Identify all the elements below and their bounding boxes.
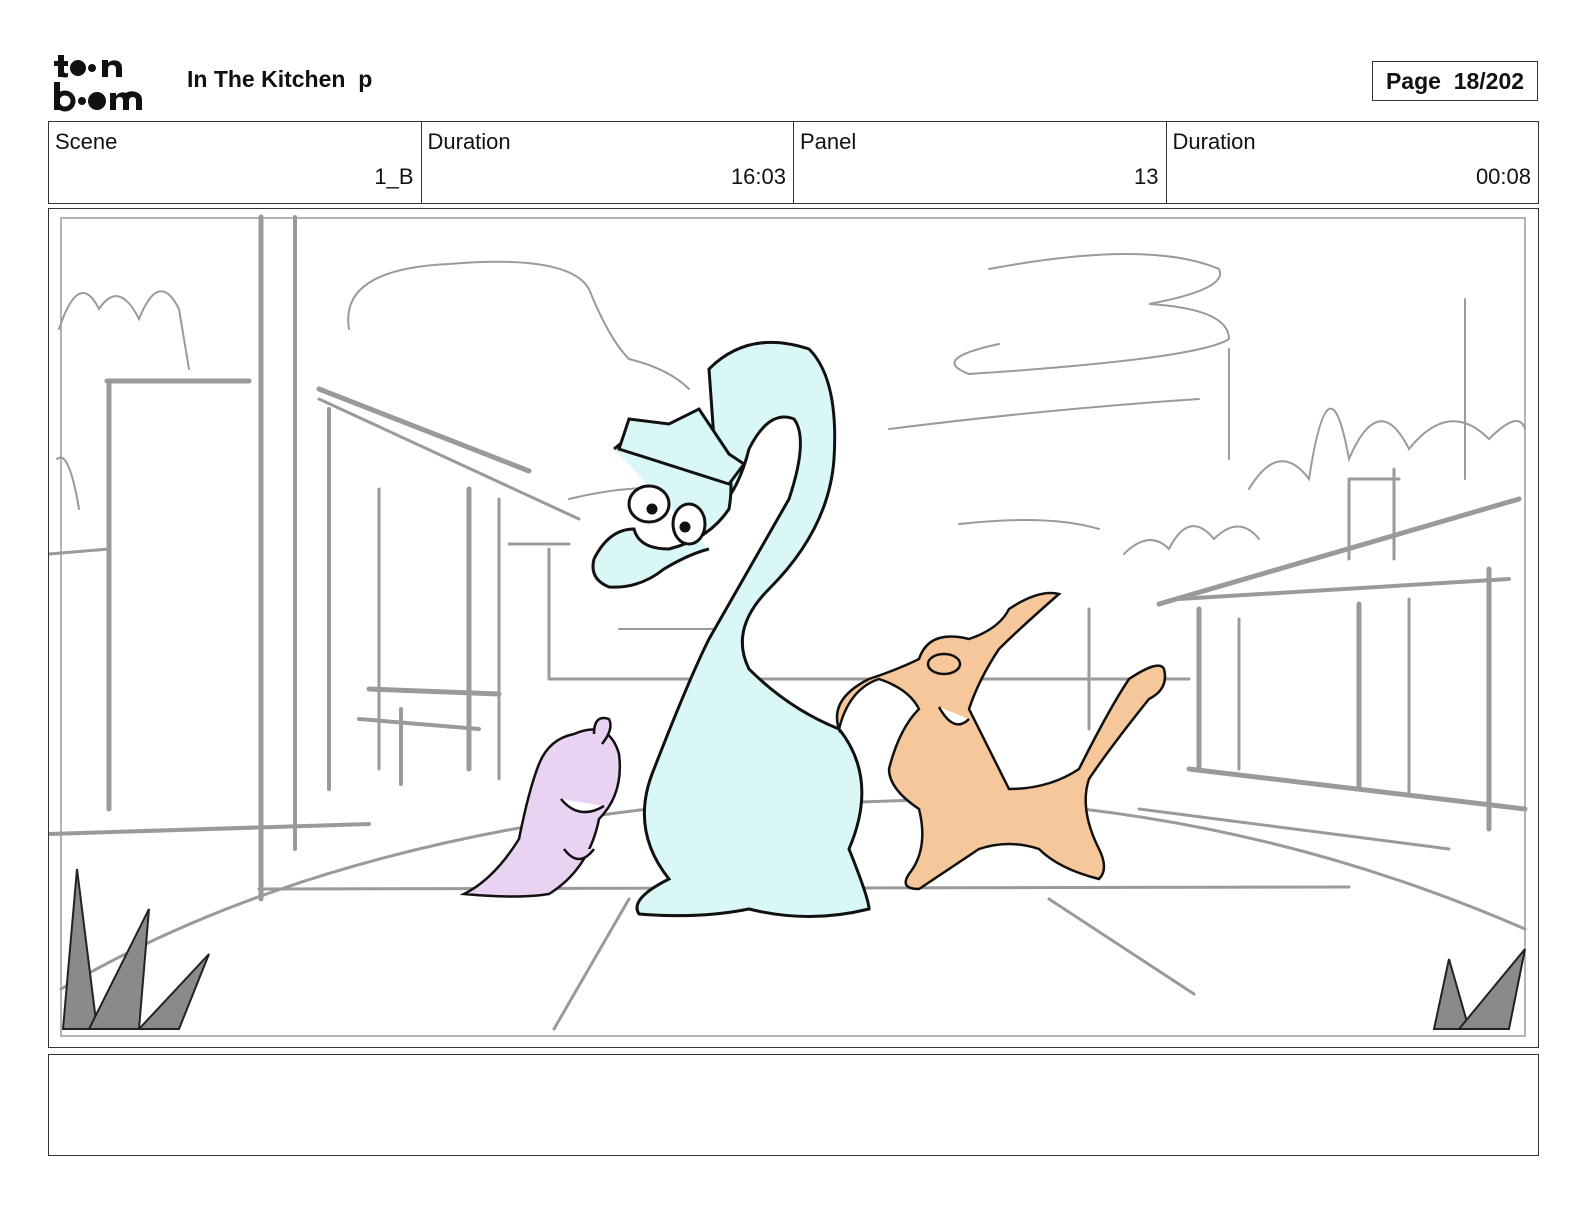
- scene-duration-cell: Duration 16:03: [422, 122, 794, 203]
- storyboard-panel: [48, 208, 1539, 1048]
- panel-value: 13: [1134, 164, 1159, 189]
- scene-duration-label: Duration: [427, 129, 511, 154]
- scene-value: 1_B: [374, 164, 414, 189]
- panel-duration-cell: Duration 00:08: [1167, 122, 1539, 203]
- page-indicator: Page 18/202: [1372, 61, 1538, 101]
- scene-info-table: Scene 1_B Duration 16:03 Panel 13 Durati…: [48, 121, 1539, 204]
- scene-duration-value: 16:03: [730, 164, 786, 189]
- panel-cell: Panel 13: [794, 122, 1167, 203]
- panel-notes: [48, 1054, 1539, 1156]
- panel-duration-label: Duration: [1172, 129, 1256, 154]
- toon-boom-logo: [54, 55, 142, 112]
- storyboard-sketch: [49, 214, 1528, 1037]
- project-title: In The Kitchen p: [187, 66, 373, 92]
- panel-label: Panel: [800, 129, 857, 154]
- panel-duration-value: 00:08: [1475, 164, 1531, 189]
- scene-label: Scene: [55, 129, 118, 154]
- scene-cell: Scene 1_B: [49, 122, 422, 203]
